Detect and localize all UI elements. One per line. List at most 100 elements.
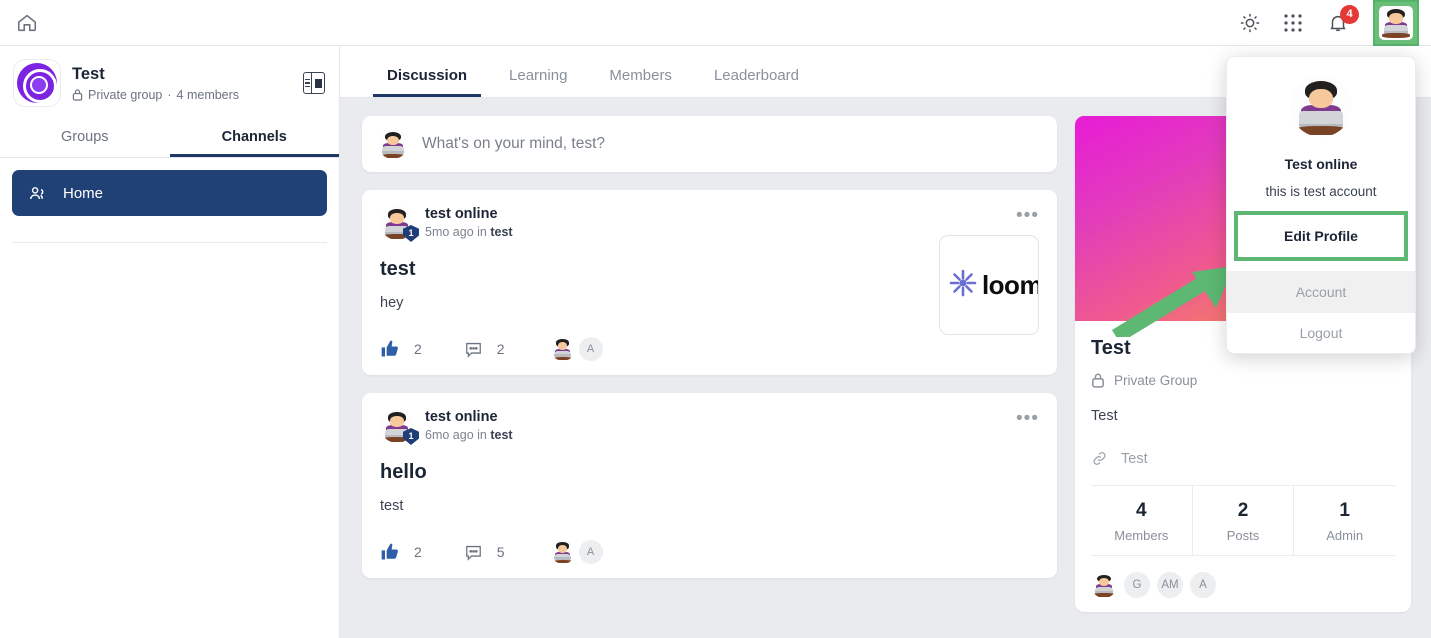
like-count: 2 <box>414 341 422 357</box>
group-member-count: 4 members <box>176 87 240 102</box>
reaction-avatars: A <box>550 337 603 361</box>
post-time-label: 6mo ago in <box>425 428 491 442</box>
avatar <box>378 129 408 159</box>
member-chip[interactable]: A <box>1190 572 1216 598</box>
post-card: ••• 1 test online 6mo ago in test hello … <box>362 393 1057 578</box>
comment-stat[interactable]: 5 <box>464 543 505 562</box>
post-timestamp: 5mo ago in test <box>425 225 513 239</box>
menu-item-logout[interactable]: Logout <box>1227 312 1415 353</box>
dropdown-user-bio: this is test account <box>1265 184 1377 199</box>
post-options-icon[interactable]: ••• <box>1016 206 1039 225</box>
tab-learning[interactable]: Learning <box>495 67 581 97</box>
like-stat[interactable]: 2 <box>380 339 422 359</box>
notifications-button[interactable]: 4 <box>1325 4 1359 38</box>
post-author-block: test online 6mo ago in test <box>425 409 513 442</box>
top-navigation-bar: 4 <box>0 0 1431 46</box>
group-stats: 4 Members 2 Posts 1 Admin <box>1091 485 1395 556</box>
group-meta: Test Private group · 4 members <box>72 64 303 102</box>
home-icon <box>16 12 38 34</box>
reaction-chip: A <box>578 540 603 564</box>
post-title: hello <box>380 461 427 483</box>
comment-count: 2 <box>496 341 505 357</box>
post-time-label: 5mo ago in <box>425 225 491 239</box>
comment-icon <box>464 340 483 359</box>
post-author-block: test online 5mo ago in test <box>425 206 513 239</box>
post-avatar: 1 <box>380 206 419 242</box>
post-header: 1 test online 5mo ago in test <box>380 206 1039 242</box>
post-channel-label: test <box>490 428 513 442</box>
lock-icon <box>72 88 83 101</box>
app-root: 4 Test Private group · 4 members Groups … <box>0 0 1431 638</box>
avatar <box>550 337 575 361</box>
group-link-row[interactable]: Test <box>1091 450 1395 467</box>
post-footer: 2 2 A <box>380 337 1039 361</box>
channel-list: Home <box>0 158 339 228</box>
edit-profile-highlight: Edit Profile <box>1234 211 1408 261</box>
post-author-name: test online <box>425 206 498 222</box>
menu-item-account[interactable]: Account <box>1227 271 1415 312</box>
thumbs-up-icon <box>380 542 400 562</box>
edit-profile-button[interactable]: Edit Profile <box>1238 215 1404 257</box>
post-options-icon[interactable]: ••• <box>1016 409 1039 428</box>
avatar[interactable] <box>1091 572 1117 598</box>
post-card: ••• 1 test online 5mo ago in test test h… <box>362 190 1057 375</box>
grid-apps-icon[interactable] <box>1283 13 1303 33</box>
left-sidebar: Test Private group · 4 members Groups Ch… <box>0 46 340 638</box>
sidebar-tab-channels[interactable]: Channels <box>170 116 340 157</box>
group-separator: · <box>167 87 172 102</box>
group-logo-icon <box>14 60 60 106</box>
profile-avatar-button[interactable] <box>1373 0 1419 46</box>
comment-stat[interactable]: 2 <box>464 340 505 359</box>
stat-members: 4 Members <box>1091 486 1192 555</box>
sidebar-divider <box>12 242 327 243</box>
sidebar-item-home[interactable]: Home <box>12 170 327 216</box>
home-button[interactable] <box>10 6 44 40</box>
group-privacy-row: Private Group <box>1091 372 1395 388</box>
sidebar-tabs: Groups Channels <box>0 116 339 158</box>
post-channel-label: test <box>490 225 513 239</box>
like-stat[interactable]: 2 <box>380 542 422 562</box>
sidebar-item-label: Home <box>63 184 104 202</box>
avatar <box>1290 75 1352 137</box>
loom-wordmark: loom <box>981 269 1039 300</box>
stat-value: 2 <box>1237 500 1249 521</box>
tab-members[interactable]: Members <box>595 67 686 97</box>
feed-column: What's on your mind, test? ••• 1 test on… <box>362 116 1057 612</box>
reaction-chip: A <box>578 337 603 361</box>
stat-label: Posts <box>1226 528 1260 543</box>
stat-admin: 1 Admin <box>1293 486 1395 555</box>
member-chip[interactable]: AM <box>1157 572 1183 598</box>
panel-collapse-icon[interactable] <box>303 72 325 94</box>
stat-label: Admin <box>1326 528 1364 543</box>
stat-value: 4 <box>1136 500 1147 521</box>
composer-placeholder: What's on your mind, test? <box>422 135 606 152</box>
tab-leaderboard[interactable]: Leaderboard <box>700 67 813 97</box>
avatar <box>550 540 575 564</box>
member-chip[interactable]: G <box>1124 572 1150 598</box>
top-bar-actions: 4 <box>1239 0 1431 46</box>
sun-icon[interactable] <box>1239 12 1261 34</box>
reaction-avatars: A <box>550 540 603 564</box>
group-description: Test <box>1091 408 1118 424</box>
profile-dropdown-menu: Test online this is test account Edit Pr… <box>1226 56 1416 354</box>
thumbs-up-icon <box>380 339 400 359</box>
sidebar-tab-groups[interactable]: Groups <box>0 116 170 157</box>
stat-value: 1 <box>1339 500 1350 521</box>
sidebar-group-header: Test Private group · 4 members <box>0 46 339 116</box>
comment-icon <box>464 543 483 562</box>
post-composer[interactable]: What's on your mind, test? <box>362 116 1057 172</box>
dropdown-user-name: Test online <box>1284 156 1358 172</box>
post-attachment-loom[interactable]: loom <box>939 235 1039 335</box>
stat-label: Members <box>1114 528 1169 543</box>
dropdown-profile-section: Test online this is test account <box>1227 57 1415 199</box>
tab-discussion[interactable]: Discussion <box>373 67 481 97</box>
group-privacy-label: Private Group <box>1114 372 1198 388</box>
post-footer: 2 5 A <box>380 540 1039 564</box>
group-link-label: Test <box>1121 450 1148 467</box>
group-name: Test <box>72 65 105 84</box>
notification-badge: 4 <box>1340 4 1359 24</box>
like-count: 2 <box>414 544 422 560</box>
stat-posts: 2 Posts <box>1191 486 1294 555</box>
group-member-avatars: G AM A <box>1091 556 1395 598</box>
avatar <box>1379 5 1413 40</box>
